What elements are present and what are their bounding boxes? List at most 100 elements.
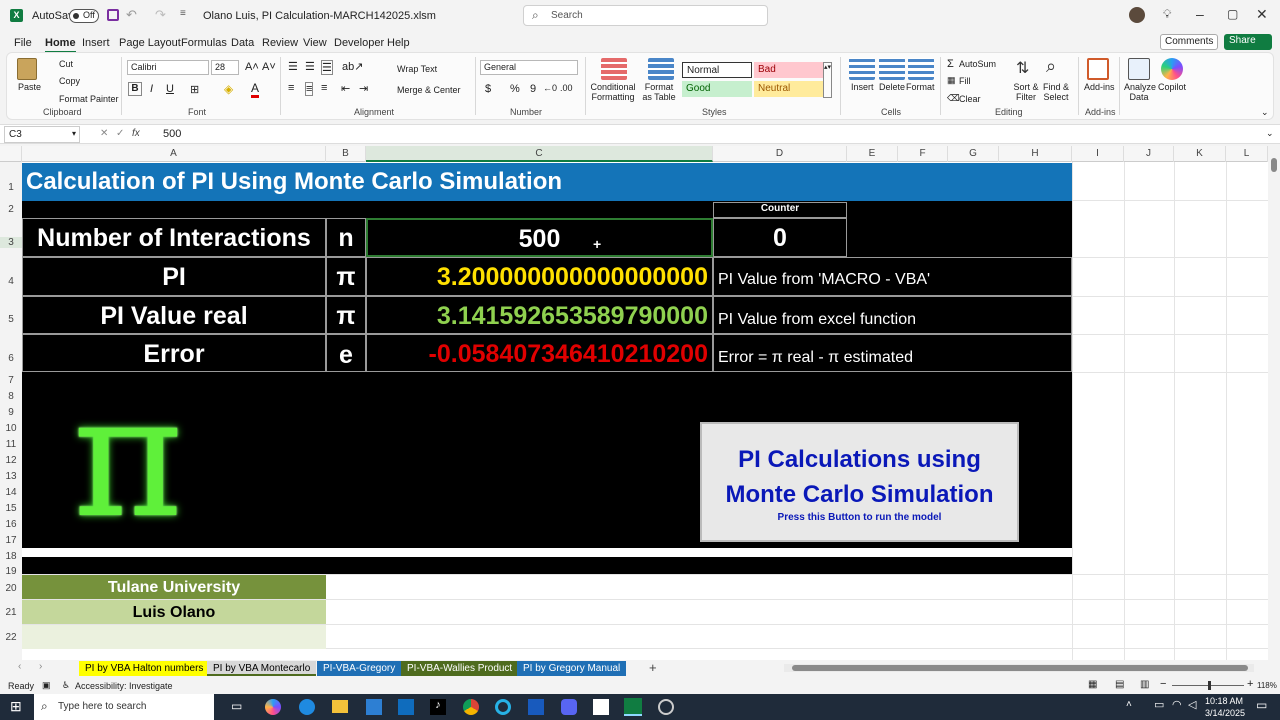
row-header-7[interactable]: 7 — [0, 375, 22, 386]
taskbar-date[interactable]: 3/14/2025 — [1205, 708, 1245, 718]
sheet-title[interactable]: Calculation of PI Using Monte Carlo Simu… — [22, 163, 1072, 201]
col-header-f[interactable]: F — [898, 146, 948, 162]
align-middle-icon[interactable]: ☰ — [305, 60, 315, 73]
col-header-g[interactable]: G — [948, 146, 999, 162]
format-cells-icon[interactable] — [908, 58, 934, 80]
accessibility-status[interactable]: Accessibility: Investigate — [75, 681, 173, 691]
row-header-11[interactable]: 11 — [0, 439, 22, 450]
page-layout-view-icon[interactable]: ▤ — [1115, 679, 1124, 690]
row-header-16[interactable]: 16 — [0, 519, 22, 530]
bold-button[interactable]: B — [128, 82, 142, 96]
name-box[interactable]: C3 ▾ — [4, 126, 80, 143]
add-ins-button[interactable]: Add-ins — [1084, 82, 1115, 92]
copilot-taskbar-icon[interactable] — [265, 699, 281, 715]
minimize-icon[interactable]: – — [1196, 6, 1204, 22]
find-select-button[interactable]: Find & Select — [1041, 82, 1071, 102]
grow-font-icon[interactable]: A˄ — [245, 61, 259, 73]
pi-macro-value[interactable]: 3.200000000000000000 — [366, 257, 713, 296]
undo-icon[interactable]: ↶ — [126, 7, 137, 23]
insert-function-icon[interactable]: fx — [132, 128, 140, 139]
tray-chevron-icon[interactable]: ˄ — [1126, 699, 1132, 710]
menu-formulas[interactable]: Formulas — [181, 37, 227, 49]
search-box[interactable]: ⌕ Search — [523, 5, 768, 26]
percent-button[interactable]: % — [510, 83, 520, 95]
align-top-icon[interactable]: ☰ — [288, 60, 298, 73]
add-sheet-icon[interactable]: + — [649, 660, 657, 675]
copy-button[interactable]: Copy — [59, 76, 80, 86]
row-header-19[interactable]: 19 — [0, 566, 22, 577]
close-icon[interactable]: ✕ — [1256, 6, 1268, 23]
number-format-select[interactable]: General — [480, 60, 578, 75]
taskbar-time[interactable]: 10:18 AM — [1205, 696, 1243, 706]
chrome-icon[interactable] — [463, 699, 479, 715]
row-header-12[interactable]: 12 — [0, 455, 22, 466]
row-header-4[interactable]: 4 — [0, 276, 22, 287]
sheet-tab-gregory[interactable]: PI-VBA-Gregory — [317, 661, 402, 676]
run-model-button[interactable]: PI Calculations using Monte Carlo Simula… — [700, 422, 1019, 542]
page-break-view-icon[interactable]: ▥ — [1140, 679, 1149, 690]
col-header-l[interactable]: L — [1226, 146, 1268, 162]
autosave-toggle[interactable]: Off — [69, 9, 99, 23]
menu-help[interactable]: Help — [387, 37, 410, 49]
styles-more-icon[interactable]: ▴▾ — [823, 62, 832, 98]
save-icon[interactable] — [107, 9, 119, 21]
wifi-icon[interactable]: ◠ — [1172, 698, 1182, 711]
volume-icon[interactable]: ◁ — [1188, 698, 1196, 711]
discord-icon[interactable] — [561, 699, 577, 715]
select-all-corner[interactable] — [0, 146, 22, 162]
interactions-input[interactable]: 500 — [366, 218, 713, 257]
wrap-text-button[interactable]: Wrap Text — [397, 64, 437, 74]
col-header-j[interactable]: J — [1124, 146, 1174, 162]
style-normal[interactable]: Normal — [682, 62, 752, 78]
insert-cells-icon[interactable] — [849, 58, 875, 80]
word-icon[interactable] — [528, 699, 544, 715]
notification-icon[interactable]: ▭ — [1256, 698, 1267, 712]
italic-button[interactable]: I — [150, 83, 153, 95]
col-header-h[interactable]: H — [999, 146, 1072, 162]
delete-cells-icon[interactable] — [879, 58, 905, 80]
font-name-select[interactable]: Calibri — [127, 60, 209, 75]
tiktok-icon[interactable]: ♪ — [430, 699, 446, 715]
task-view-icon[interactable]: ▭ — [231, 699, 242, 713]
row-header-8[interactable]: 8 — [0, 391, 22, 402]
style-good[interactable]: Good — [682, 81, 752, 97]
cut-button[interactable]: Cut — [59, 59, 73, 69]
row-header-2[interactable]: 2 — [0, 204, 22, 215]
merge-center-button[interactable]: Merge & Center — [397, 85, 461, 95]
fill-button[interactable]: Fill — [959, 76, 971, 86]
edge-icon[interactable] — [299, 699, 315, 715]
conditional-formatting-button[interactable]: Conditional Formatting — [590, 82, 636, 102]
sort-filter-button[interactable]: Sort & Filter — [1011, 82, 1041, 102]
row-header-20[interactable]: 20 — [0, 583, 22, 594]
file-explorer-icon[interactable] — [332, 700, 348, 713]
vertical-scrollbar[interactable] — [1268, 146, 1280, 660]
menu-developer[interactable]: Developer — [334, 37, 384, 49]
sheet-tab-wallis[interactable]: PI-VBA-Wallies Product — [401, 661, 519, 676]
row-header-3[interactable]: 3 — [0, 237, 22, 248]
paste-button[interactable]: Paste — [18, 82, 41, 92]
fill-color-icon[interactable]: ◈ — [224, 82, 233, 96]
menu-data[interactable]: Data — [231, 37, 254, 49]
menu-review[interactable]: Review — [262, 37, 298, 49]
excel-taskbar-icon[interactable] — [624, 698, 642, 716]
cortana-icon[interactable] — [495, 699, 511, 715]
row-header-13[interactable]: 13 — [0, 471, 22, 482]
menu-insert[interactable]: Insert — [82, 37, 110, 49]
col-header-a[interactable]: A — [22, 146, 326, 162]
sheet-tab-montecarlo[interactable]: PI by VBA Montecarlo — [207, 661, 317, 676]
row-header-15[interactable]: 15 — [0, 503, 22, 514]
redo-icon[interactable]: ↷ — [155, 7, 166, 23]
row-header-6[interactable]: 6 — [0, 353, 22, 364]
insert-cells-button[interactable]: Insert — [851, 82, 874, 92]
delete-cells-button[interactable]: Delete — [879, 82, 905, 92]
find-select-icon[interactable]: ⌕ — [1046, 56, 1056, 77]
format-cells-button[interactable]: Format — [906, 82, 935, 92]
customize-qat-icon[interactable]: ≡ — [180, 8, 186, 19]
macro-record-icon[interactable]: ▣ — [42, 680, 51, 691]
analyze-data-button[interactable]: Analyze Data — [1124, 82, 1156, 102]
font-color-icon[interactable]: A — [251, 81, 260, 98]
menu-page-layout[interactable]: Page Layout — [119, 37, 181, 49]
align-right-icon[interactable]: ≡ — [321, 82, 327, 94]
shrink-font-icon[interactable]: A˅ — [262, 61, 276, 73]
underline-button[interactable]: U — [166, 83, 174, 95]
